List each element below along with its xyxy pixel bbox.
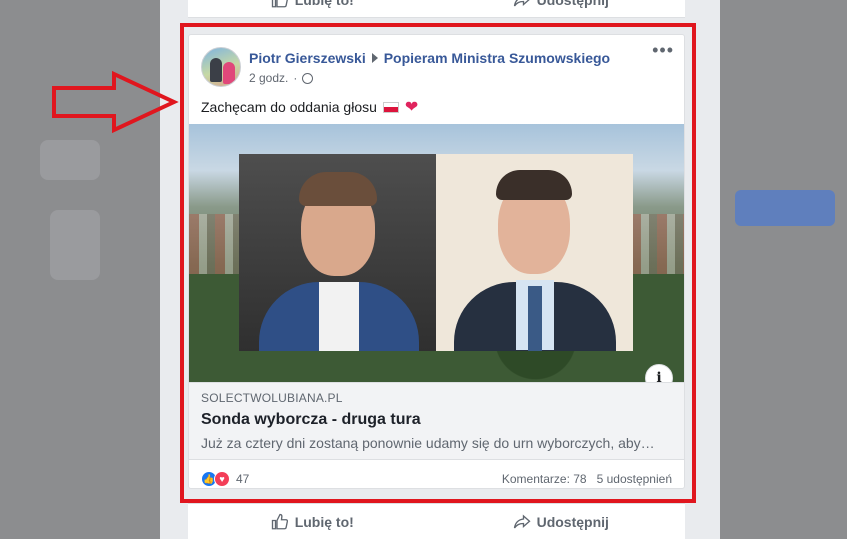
candidate-photo-left — [239, 154, 436, 351]
author-avatar[interactable] — [201, 47, 241, 87]
share-button[interactable]: Udostępnij — [437, 0, 686, 17]
love-reaction-icon[interactable]: ♥ — [214, 471, 230, 487]
post-header: Piotr Gierszewski Popieram Ministra Szum… — [249, 50, 610, 66]
author-name-link[interactable]: Piotr Gierszewski — [249, 50, 366, 66]
hair — [299, 172, 377, 206]
share-icon — [513, 514, 531, 528]
share-label: Udostępnij — [536, 513, 609, 530]
post-card: Piotr Gierszewski Popieram Ministra Szum… — [188, 34, 685, 489]
link-preview-meta[interactable]: SOLECTWOLUBIANA.PL Sonda wyborcza - drug… — [189, 382, 684, 460]
background-blob — [50, 210, 100, 280]
post-meta: 2 godz. · — [249, 71, 314, 85]
candidate-photo-right — [436, 154, 633, 351]
shares-count[interactable]: 5 udostępnień — [597, 472, 672, 486]
caret-right-icon — [371, 53, 378, 63]
poland-flag-icon — [382, 101, 399, 113]
shirt — [319, 282, 359, 351]
post-stats: 👍 ♥ 47 Komentarze: 78 5 udostępnień — [201, 471, 672, 487]
previous-post-actions: Lubię to! Udostępnij — [188, 0, 685, 18]
avatar-figure — [223, 62, 235, 84]
tie — [528, 286, 542, 351]
avatar-figure — [210, 58, 222, 82]
post-timestamp[interactable]: 2 godz. — [249, 71, 288, 85]
stats-right: Komentarze: 78 5 udostępnień — [502, 472, 672, 486]
comments-count[interactable]: Komentarze: 78 — [502, 472, 587, 486]
red-heart-icon: ❤ — [404, 99, 419, 116]
thumbs-up-icon — [271, 513, 288, 529]
like-label: Lubię to! — [295, 0, 354, 8]
link-description: Już za cztery dni zostaną ponownie udamy… — [201, 435, 655, 451]
background-right-panel — [719, 0, 847, 539]
post-text: Zachęcam do oddania głosu ❤ — [201, 97, 418, 117]
like-label: Lubię to! — [294, 513, 354, 530]
share-button[interactable]: Udostępnij — [437, 504, 686, 539]
globe-icon[interactable] — [302, 72, 314, 84]
hair — [496, 170, 572, 200]
share-icon — [513, 0, 529, 6]
like-button[interactable]: Lubię to! — [188, 504, 437, 539]
thumbs-up-icon — [271, 0, 288, 7]
background-blob — [40, 140, 100, 180]
like-button[interactable]: Lubię to! — [188, 0, 437, 17]
red-arrow-icon — [52, 70, 179, 134]
share-label: Udostępnij — [537, 0, 609, 8]
post-text-body: Zachęcam do oddania głosu — [201, 99, 377, 115]
link-domain: SOLECTWOLUBIANA.PL — [201, 391, 343, 405]
more-options-icon[interactable]: ••• — [652, 41, 674, 59]
link-preview-image[interactable]: i — [189, 124, 684, 382]
link-title: Sonda wyborcza - druga tura — [201, 411, 421, 428]
group-name-link[interactable]: Popieram Ministra Szumowskiego — [384, 50, 610, 66]
post-actions: Lubię to! Udostępnij — [188, 503, 685, 539]
separator-dot: · — [293, 71, 298, 85]
reactions-count[interactable]: 47 — [236, 472, 249, 486]
background-button — [735, 190, 835, 226]
